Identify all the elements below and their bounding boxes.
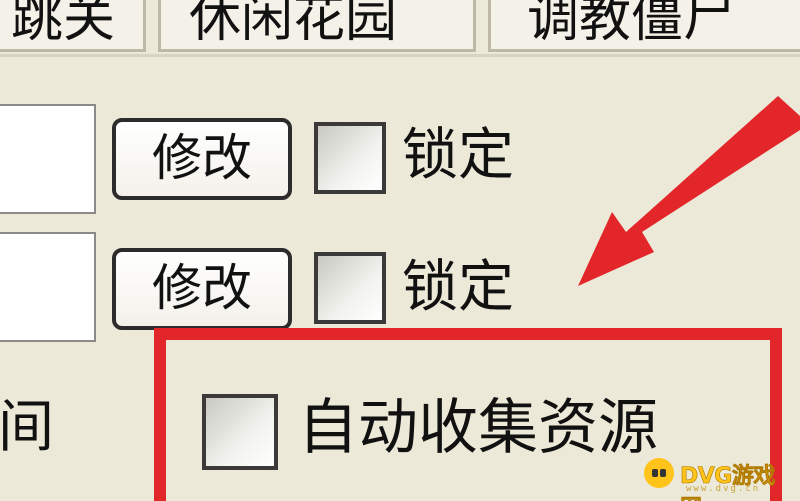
modify-button-1[interactable]: 修改 bbox=[112, 118, 292, 200]
tab-divider bbox=[0, 54, 800, 57]
lock-checkbox-1[interactable] bbox=[314, 122, 386, 194]
lock-label-1: 锁定 bbox=[402, 123, 514, 188]
watermark-logo-icon bbox=[644, 458, 674, 488]
value-input-2[interactable] bbox=[0, 232, 96, 342]
time-label-partial: 间 bbox=[0, 395, 54, 460]
lock-checkbox-2[interactable] bbox=[314, 252, 386, 324]
tab-skip-level[interactable]: 跳关 bbox=[0, 0, 146, 52]
lock-label-2: 锁定 bbox=[402, 255, 514, 320]
tab-leisure-garden[interactable]: 休闲花园 bbox=[158, 0, 476, 52]
watermark-url: www.dvg.cn bbox=[686, 484, 761, 494]
tab-strip: 跳关 休闲花园 调教僵尸 bbox=[0, 0, 800, 58]
value-input-1[interactable] bbox=[0, 104, 96, 214]
watermark-title: DVG游戏网 bbox=[680, 464, 776, 501]
modifier-window: 跳关 休闲花园 调教僵尸 修改 锁定 修改 锁定 间 自动收集资源 DVG游戏网… bbox=[0, 0, 800, 501]
tab-train-zombies[interactable]: 调教僵尸 bbox=[488, 0, 800, 52]
modify-button-2[interactable]: 修改 bbox=[112, 248, 292, 330]
site-watermark: DVG游戏网 www.dvg.cn bbox=[640, 456, 796, 501]
